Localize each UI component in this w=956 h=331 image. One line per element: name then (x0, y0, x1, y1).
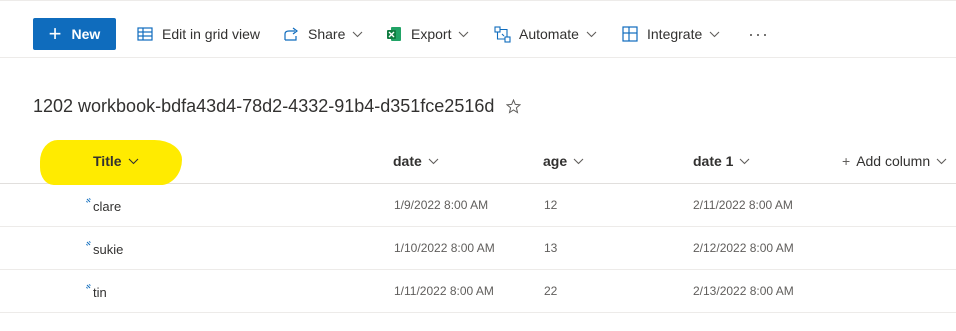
automate-button[interactable]: Automate (493, 18, 597, 50)
new-button-label: New (71, 26, 101, 42)
column-header-date[interactable]: date (393, 153, 439, 169)
integrate-label: Integrate (647, 26, 703, 42)
list-page: + New Edit in grid view Share Export Aut… (0, 0, 956, 331)
add-column-button[interactable]: + Add column (842, 153, 947, 169)
chevron-down-icon (352, 29, 363, 40)
chevron-down-icon (709, 29, 720, 40)
cell-title[interactable]: clare (93, 199, 121, 214)
integrate-button[interactable]: Integrate (621, 18, 720, 50)
table-row[interactable]: sukie 1/10/2022 8:00 AM 13 2/12/2022 8:0… (0, 227, 956, 270)
chevron-down-icon (458, 29, 469, 40)
more-options-button[interactable]: ··· (748, 18, 769, 50)
automate-icon (493, 25, 511, 43)
cell-date: 1/11/2022 8:00 AM (394, 284, 494, 298)
add-column-label: Add column (856, 153, 931, 169)
new-button[interactable]: + New (33, 18, 116, 50)
column-header-age[interactable]: age (543, 153, 584, 169)
grid-icon (136, 25, 154, 43)
cell-date: 1/9/2022 8:00 AM (394, 198, 489, 212)
cell-title[interactable]: sukie (93, 242, 123, 257)
table-row[interactable]: clare 1/9/2022 8:00 AM 12 2/11/2022 8:00… (0, 184, 956, 227)
share-label: Share (308, 26, 346, 42)
column-header-title[interactable]: Title (93, 153, 139, 169)
cell-title[interactable]: tin (93, 285, 107, 300)
chevron-down-icon (586, 29, 597, 40)
cell-date-1: 2/12/2022 8:00 AM (693, 241, 794, 255)
cell-date-1: 2/11/2022 8:00 AM (693, 198, 793, 212)
integrate-icon (621, 25, 639, 43)
cell-age: 13 (544, 241, 558, 255)
column-header-date-1[interactable]: date 1 (693, 153, 750, 169)
table-row[interactable]: tin 1/11/2022 8:00 AM 22 2/13/2022 8:00 … (0, 270, 956, 313)
column-header-title-label: Title (93, 153, 122, 169)
list-title-text: 1202 workbook-bdfa43d4-78d2-4332-91b4-d3… (33, 96, 495, 116)
cell-date: 1/10/2022 8:00 AM (394, 241, 495, 255)
plus-icon: + (842, 153, 851, 169)
export-button[interactable]: Export (385, 18, 469, 50)
edit-in-grid-view-button[interactable]: Edit in grid view (136, 18, 260, 50)
cell-age: 22 (544, 284, 558, 298)
edit-in-grid-view-label: Edit in grid view (162, 26, 261, 42)
chevron-down-icon (739, 158, 750, 165)
table-header: Title date age date 1 + Add column (0, 140, 956, 185)
share-button[interactable]: Share (282, 18, 363, 50)
page-title: 1202 workbook-bdfa43d4-78d2-4332-91b4-d3… (33, 96, 522, 117)
chevron-down-icon (428, 158, 439, 165)
automate-label: Automate (519, 26, 579, 42)
column-header-date-label: date (393, 153, 422, 169)
more-options-icon: ··· (748, 23, 769, 44)
column-header-age-label: age (543, 153, 568, 169)
chevron-down-icon (573, 158, 584, 165)
export-label: Export (411, 26, 452, 42)
excel-icon (385, 25, 403, 43)
plus-icon: + (48, 21, 62, 46)
column-header-date-1-label: date 1 (693, 153, 734, 169)
cell-date-1: 2/13/2022 8:00 AM (693, 284, 794, 298)
chevron-down-icon (936, 158, 947, 165)
chevron-down-icon (128, 158, 139, 165)
share-icon (282, 25, 300, 43)
cell-age: 12 (544, 198, 558, 212)
command-bar: + New Edit in grid view Share Export Aut… (0, 10, 956, 58)
star-icon[interactable] (506, 99, 522, 114)
